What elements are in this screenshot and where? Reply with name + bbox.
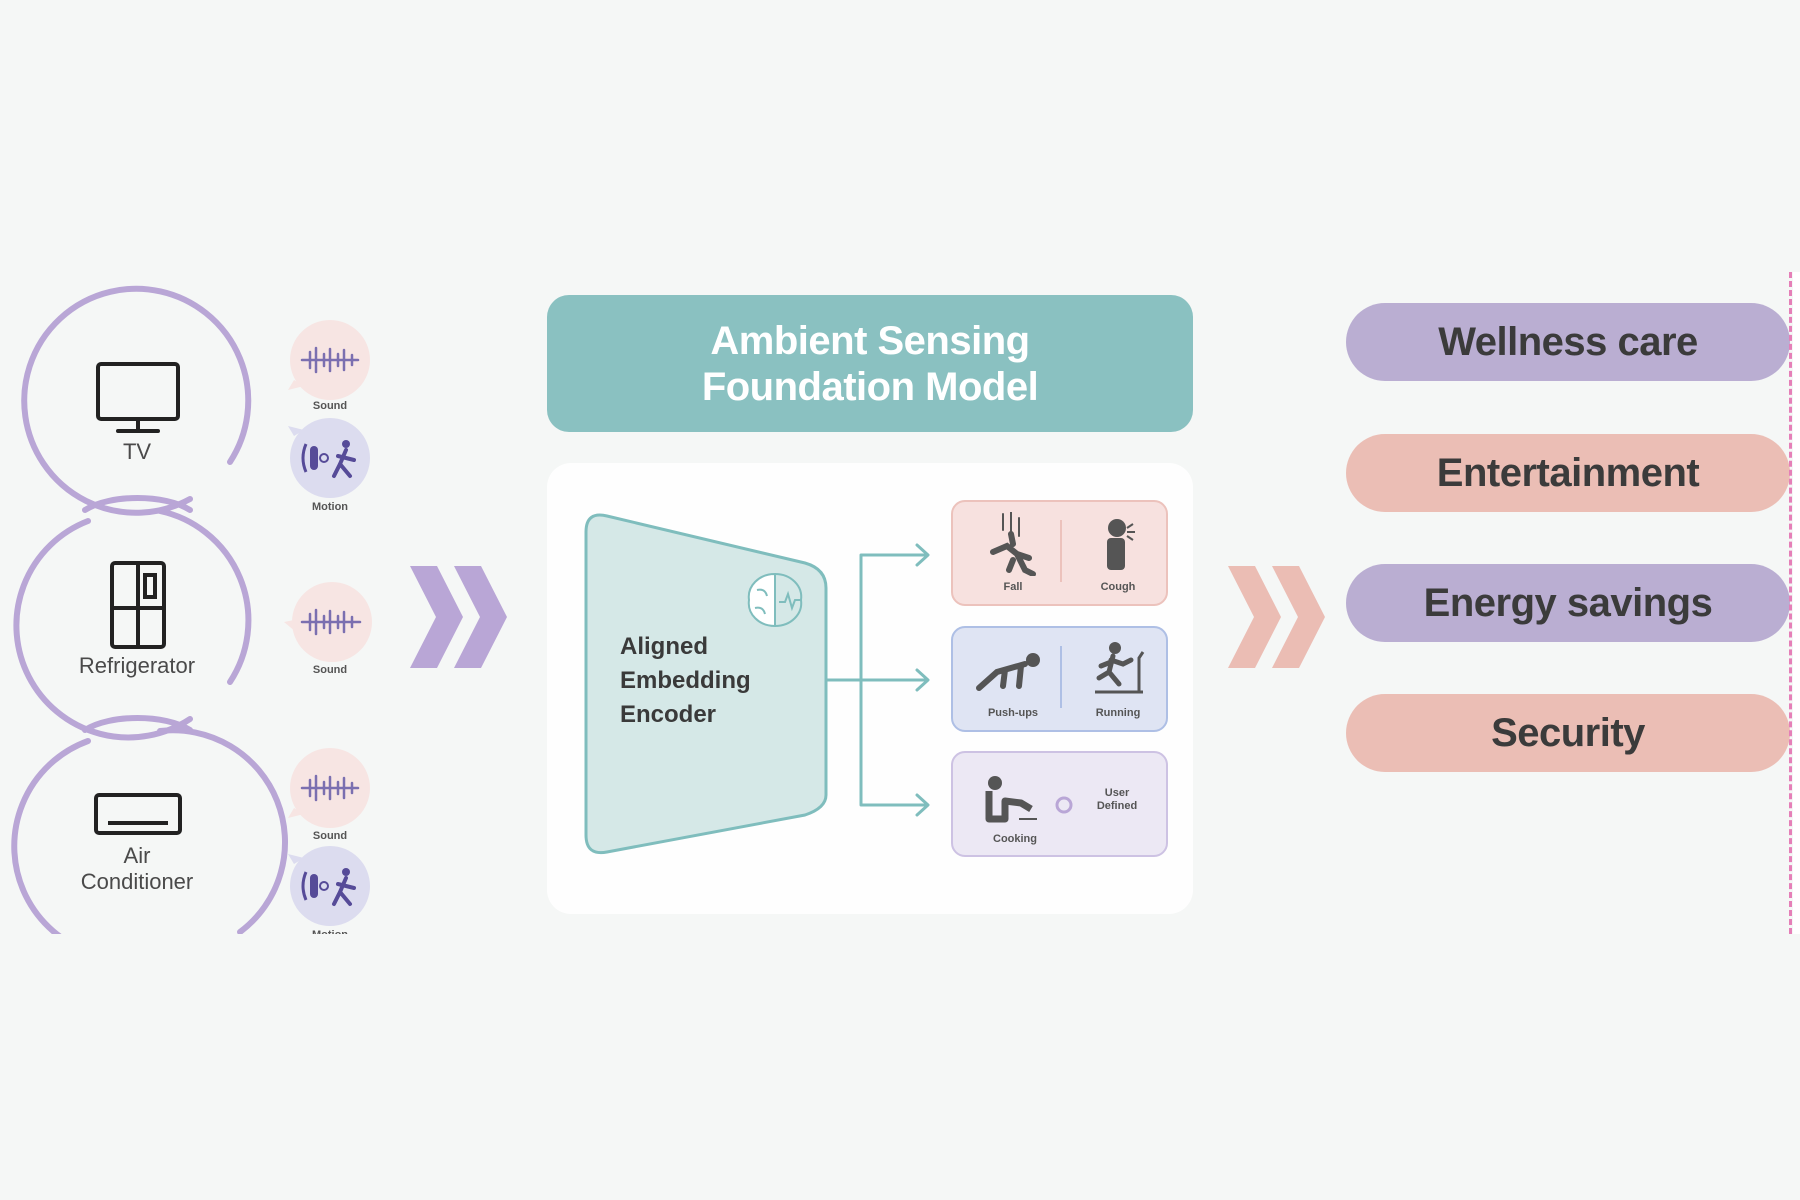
task-label-fall: Fall — [1003, 581, 1023, 593]
sensor-label-motion: Motion — [290, 929, 370, 934]
card-divider — [1060, 646, 1062, 708]
sensor-label-sound: Sound — [312, 664, 348, 676]
card-divider — [1060, 520, 1062, 582]
task-card-exercise: Push-ups Running — [951, 626, 1168, 732]
device-label-refrigerator: Refrigerator — [78, 653, 196, 678]
sensor-label-motion: Motion — [311, 501, 349, 513]
task-card-health: Fall Cough — [951, 500, 1168, 606]
tv-sound-bubble — [288, 320, 370, 400]
running-icon — [1095, 642, 1145, 694]
device-label-line: Conditioner — [80, 869, 194, 894]
air-conditioner-icon — [94, 793, 182, 835]
encoder-label: Aligned Embedding Encoder — [620, 630, 751, 732]
outcome-energy-savings: Energy savings — [1346, 564, 1790, 642]
task-label-push-ups: Push-ups — [987, 707, 1039, 719]
air-conditioner-ring — [11, 738, 91, 934]
foundation-model-title: Ambient Sensing Foundation Model — [547, 295, 1193, 432]
refrigerator-sound-bubble — [284, 582, 372, 662]
label-line: User — [1104, 787, 1130, 799]
tv-icon — [96, 362, 180, 433]
encoder-label-line: Embedding — [620, 667, 751, 694]
tv-ring — [21, 285, 252, 516]
plus-circle-icon[interactable] — [1054, 795, 1074, 815]
fall-icon — [990, 512, 1036, 576]
device-label-tv: TV — [122, 439, 152, 464]
cooking-icon — [985, 776, 1037, 823]
device-column: TV Refrigerator Air Conditioner Sound Mo… — [0, 272, 400, 934]
refrigerator-icon — [110, 561, 166, 649]
task-label-cooking: Cooking — [993, 833, 1037, 845]
outcome-entertainment: Entertainment — [1346, 434, 1790, 512]
tv-motion-bubble — [288, 418, 370, 498]
chevron-right-double-icon — [410, 566, 507, 668]
encoder-label-line: Encoder — [620, 701, 717, 728]
cough-icon — [1107, 519, 1135, 570]
title-line: Ambient Sensing — [710, 318, 1030, 363]
air-conditioner-motion-bubble — [288, 846, 370, 926]
device-label-air-conditioner: Air Conditioner — [37, 843, 237, 895]
dashed-divider — [1789, 272, 1792, 934]
task-label-user-defined: User Defined — [1077, 787, 1157, 813]
device-label-line: Air — [123, 843, 151, 868]
label-line: Defined — [1096, 800, 1138, 812]
outcome-security: Security — [1346, 694, 1790, 772]
encoder-label-line: Aligned — [620, 633, 708, 660]
outcome-wellness-care: Wellness care — [1346, 303, 1790, 381]
sensor-label-sound: Sound — [312, 830, 348, 842]
air-conditioner-sound-bubble — [288, 748, 370, 828]
branch-arrows — [824, 543, 930, 817]
task-card-activity: Cooking User Defined — [951, 751, 1168, 857]
task-label-running: Running — [1095, 707, 1141, 719]
diagram: TV Refrigerator Air Conditioner Sound Mo… — [0, 0, 1800, 1200]
title-line: Foundation Model — [701, 364, 1039, 409]
right-panel-edge — [1793, 272, 1800, 934]
push-ups-icon — [976, 653, 1040, 691]
sensor-label-sound: Sound — [312, 400, 348, 412]
task-label-cough: Cough — [1100, 581, 1136, 593]
chevron-right-double-icon — [1228, 566, 1325, 668]
